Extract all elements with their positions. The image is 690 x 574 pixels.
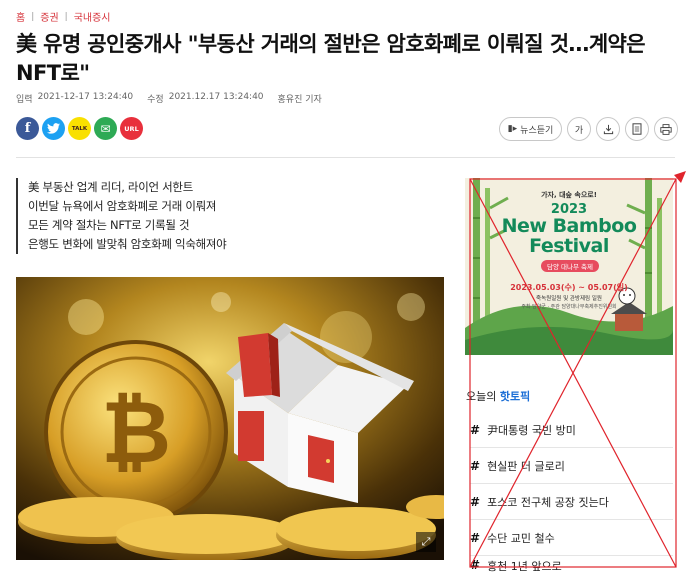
email-icon: ✉ bbox=[100, 121, 111, 136]
modified-label: 수정 bbox=[147, 95, 164, 105]
divider bbox=[16, 157, 675, 158]
article-photo[interactable]: ₿ ⤢ bbox=[16, 277, 444, 560]
expand-icon[interactable]: ⤢ bbox=[416, 532, 436, 552]
breadcrumb-home[interactable]: 홈 bbox=[16, 9, 25, 24]
ad-dates: 2023.05.03(수) ~ 05.07(일) bbox=[510, 283, 628, 292]
hot-topic-item[interactable]: # 포스코 전구체 공장 짓는다 bbox=[470, 484, 673, 520]
facebook-share-button[interactable]: f bbox=[16, 117, 39, 140]
summary-line: 美 부동산 업계 리더, 라이언 서한트 bbox=[28, 180, 193, 194]
font-size-button[interactable]: 가 bbox=[567, 117, 591, 141]
breadcrumb-separator-icon: | bbox=[64, 11, 68, 22]
printer-icon bbox=[660, 123, 672, 135]
article-tools: ▮▸ 뉴스듣기 가 bbox=[499, 117, 678, 141]
kakaotalk-icon: TALK bbox=[71, 125, 88, 132]
hashtag-icon: # bbox=[470, 494, 481, 509]
hot-topic-item[interactable]: # 홍천 1년 앞으로 bbox=[470, 558, 673, 574]
article-meta: 입력 2021-12-17 13:24:40 수정 2021.12.17 13:… bbox=[16, 92, 322, 105]
news-listen-label: 뉴스듣기 bbox=[520, 125, 554, 136]
ad-title-line2: Festival bbox=[529, 235, 609, 257]
download-button[interactable] bbox=[596, 117, 620, 141]
url-icon: URL bbox=[124, 124, 139, 133]
speaker-icon: ▮▸ bbox=[507, 124, 518, 134]
kakaotalk-share-button[interactable]: TALK bbox=[68, 117, 91, 140]
ad-venue: 죽녹원일원 및 관방제림 일원 bbox=[536, 296, 602, 302]
modified-time: 2021.12.17 13:24:40 bbox=[168, 92, 264, 102]
input-label: 입력 bbox=[16, 95, 33, 105]
hot-topic-item[interactable]: # 현실판 더 글로리 bbox=[470, 448, 673, 484]
ad-title-line1: New Bamboo bbox=[501, 215, 637, 237]
hashtag-icon: # bbox=[470, 458, 481, 473]
input-time: 2021-12-17 13:24:40 bbox=[37, 92, 134, 102]
breadcrumb-separator-icon: | bbox=[31, 11, 35, 22]
breadcrumb-domestic-stocks[interactable]: 국내증시 bbox=[74, 9, 111, 24]
article-summary: 美 부동산 업계 리더, 라이언 서한트 이번달 뉴욕에서 암호화폐로 거래 이… bbox=[16, 178, 227, 254]
twitter-icon bbox=[47, 123, 60, 134]
bitcoin-house-photo: ₿ bbox=[16, 277, 444, 560]
hashtag-icon: # bbox=[470, 530, 481, 545]
hot-topic-item[interactable]: # 尹대통령 국빈 방미 bbox=[470, 412, 673, 448]
hot-topic-item[interactable]: # 수단 교민 철수 bbox=[470, 520, 673, 556]
svg-text:₿: ₿ bbox=[101, 385, 171, 481]
summary-line: 은행도 변화에 발맞춰 암호화폐 익숙해져야 bbox=[28, 237, 227, 251]
article-headline: 美 유명 공인중개사 "부동산 거래의 절반은 암호화폐로 이뤄질 것…계약은 … bbox=[16, 32, 646, 85]
download-icon bbox=[603, 124, 613, 134]
breadcrumb: 홈 | 증권 | 국내증시 bbox=[16, 9, 111, 25]
url-copy-button[interactable]: URL bbox=[120, 117, 143, 140]
document-icon bbox=[632, 123, 642, 135]
breadcrumb-securities[interactable]: 증권 bbox=[40, 9, 58, 24]
hot-topic-label: 포스코 전구체 공장 짓는다 bbox=[487, 495, 609, 509]
facebook-icon: f bbox=[24, 121, 31, 136]
hot-topic-label: 수단 교민 철수 bbox=[487, 531, 555, 545]
hashtag-icon: # bbox=[470, 422, 481, 437]
news-listen-button[interactable]: ▮▸ 뉴스듣기 bbox=[499, 117, 562, 141]
summary-line: 이번달 뉴욕에서 암호화폐로 거래 이뤄져 bbox=[28, 199, 217, 213]
print-button[interactable] bbox=[654, 117, 678, 141]
hot-topic-label: 현실판 더 글로리 bbox=[487, 459, 565, 473]
email-share-button[interactable]: ✉ bbox=[94, 117, 117, 140]
hot-topic-label: 尹대통령 국빈 방미 bbox=[487, 423, 576, 437]
hot-topic-title: 오늘의 핫토픽 bbox=[466, 388, 530, 404]
summary-line: 모든 계약 절차는 NFT로 기록될 것 bbox=[28, 218, 190, 232]
ad-tagline: 가자, 대숲 속으로! bbox=[541, 191, 597, 199]
ad-organizer: 주최 담양군 · 주관 담양대나무축제추진위원회 bbox=[521, 304, 617, 310]
scrap-button[interactable] bbox=[625, 117, 649, 141]
twitter-share-button[interactable] bbox=[42, 117, 65, 140]
author-name[interactable]: 홍유진 기자 bbox=[278, 92, 322, 105]
hashtag-icon: # bbox=[470, 558, 481, 572]
hot-topic-prefix: 오늘의 bbox=[466, 390, 497, 403]
ad-badge: 담양 대나무 축제 bbox=[541, 260, 599, 272]
share-buttons: f TALK ✉ URL bbox=[16, 117, 143, 140]
ad-banner[interactable]: 가자, 대숲 속으로! 2023 New Bamboo Festival 담양 … bbox=[465, 178, 673, 355]
hot-topic-accent: 핫토픽 bbox=[499, 390, 531, 403]
hot-topic-label: 홍천 1년 앞으로 bbox=[487, 560, 562, 573]
font-size-label: 가 bbox=[574, 125, 584, 136]
